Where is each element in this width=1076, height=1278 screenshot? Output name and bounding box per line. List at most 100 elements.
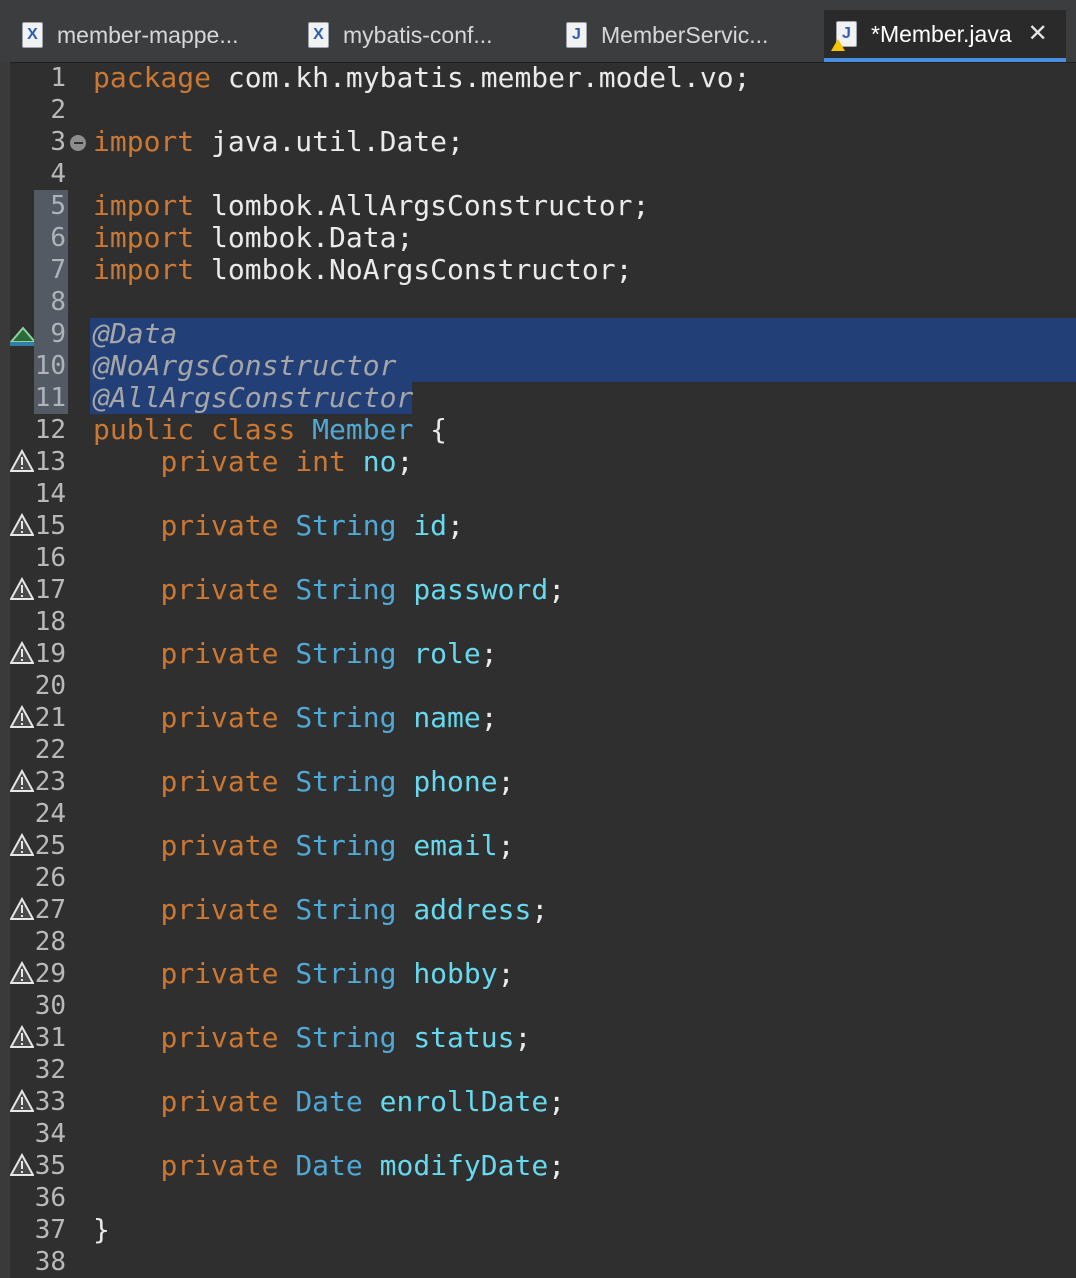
java-file-icon: J (566, 22, 587, 48)
keyword: private (160, 829, 279, 862)
line-number: 37 (34, 1215, 66, 1245)
line-number: 13 (34, 447, 66, 477)
code-line: 25 private String email; (0, 830, 1076, 862)
warning-icon[interactable] (10, 961, 34, 985)
close-icon[interactable]: ✕ (1028, 22, 1048, 46)
line-number: 24 (34, 799, 66, 829)
code-line: 23 private String phone; (0, 766, 1076, 798)
code-line: 26 (0, 862, 1076, 894)
code-line: 22 (0, 734, 1076, 766)
code-line: 37 } (0, 1214, 1076, 1246)
code-line: 6 import lombok.Data; (0, 222, 1076, 254)
keyword: private (160, 1149, 279, 1182)
code-line: 4 (0, 158, 1076, 190)
code-line: 5 import lombok.AllArgsConstructor; (0, 190, 1076, 222)
semicolon: ; (396, 445, 414, 478)
collapse-fold-icon[interactable] (70, 135, 86, 151)
line-number: 25 (34, 831, 66, 861)
line-number: 1 (50, 63, 66, 93)
code-line: 11 @AllArgsConstructor (0, 382, 1076, 414)
semicolon: ; (514, 1021, 532, 1054)
import-name: lombok.AllArgsConstructor; (194, 189, 650, 222)
field-name: enrollDate (379, 1085, 549, 1118)
line-number: 15 (34, 511, 66, 541)
line-number: 38 (34, 1247, 66, 1277)
field-name: phone (413, 765, 498, 798)
tab-label: MemberServic... (601, 21, 769, 48)
semicolon: ; (548, 573, 566, 606)
code-line: 9 @Data (0, 318, 1076, 350)
line-number: 34 (34, 1119, 66, 1149)
code-line: 16 (0, 542, 1076, 574)
keyword: import (93, 125, 195, 158)
line-number: 20 (34, 671, 66, 701)
code-line: 2 (0, 94, 1076, 126)
import-name: java.util.Date; (194, 125, 464, 158)
warning-icon[interactable] (10, 449, 34, 473)
type-name: String (295, 637, 397, 670)
line-number: 22 (34, 735, 66, 765)
code-line: 3 import java.util.Date; (0, 126, 1076, 158)
tab-mybatis-config[interactable]: X mybatis-conf... (308, 10, 493, 60)
code-line: 10 @NoArgsConstructor (0, 350, 1076, 382)
warning-icon[interactable] (10, 897, 34, 921)
warning-icon[interactable] (10, 1089, 34, 1113)
quick-diff-marker-icon (10, 326, 36, 346)
editor-tab-bar: X member-mappe... X mybatis-conf... J Me… (0, 0, 1076, 63)
code-line: 7 import lombok.NoArgsConstructor; (0, 254, 1076, 286)
tab-member-service[interactable]: J MemberServic... (566, 10, 768, 60)
line-number: 5 (34, 190, 68, 222)
line-number: 8 (34, 286, 68, 318)
package-name: com.kh.mybatis.member.model.vo; (211, 61, 751, 94)
tab-member-mapper[interactable]: X member-mappe... (22, 10, 239, 60)
code-line: 31 private String status; (0, 1022, 1076, 1054)
type-name: String (295, 509, 397, 542)
type-name: String (295, 701, 397, 734)
warning-icon[interactable] (10, 705, 34, 729)
warning-icon[interactable] (10, 641, 34, 665)
warning-icon[interactable] (10, 577, 34, 601)
keyword: private (160, 893, 279, 926)
code-line: 8 (0, 286, 1076, 318)
warning-icon[interactable] (10, 1025, 34, 1049)
warning-icon[interactable] (10, 833, 34, 857)
code-line: 38 (0, 1246, 1076, 1278)
import-name: lombok.Data; (194, 221, 414, 254)
code-line: 13 private int no; (0, 446, 1076, 478)
tab-member-java[interactable]: J *Member.java ✕ (824, 10, 1066, 62)
type-name: String (295, 573, 397, 606)
line-number: 32 (34, 1055, 66, 1085)
line-number: 9 (34, 318, 68, 350)
annotation: @AllArgsConstructor (93, 381, 414, 414)
line-number: 21 (34, 703, 66, 733)
tab-label: member-mappe... (57, 21, 239, 48)
code-line: 14 (0, 478, 1076, 510)
type-name: String (295, 765, 397, 798)
warning-icon[interactable] (10, 769, 34, 793)
semicolon: ; (447, 509, 464, 542)
keyword: private (160, 957, 279, 990)
keyword: private (160, 701, 279, 734)
brace: { (413, 413, 448, 446)
line-number: 23 (34, 767, 66, 797)
class-name: Member (312, 413, 414, 446)
line-number: 10 (34, 350, 68, 382)
semicolon: ; (480, 701, 498, 734)
keyword: private (160, 1085, 279, 1118)
field-name: id (413, 509, 448, 542)
line-number: 31 (34, 1023, 66, 1053)
type-name: String (295, 957, 397, 990)
line-number: 26 (34, 863, 66, 893)
line-number: 28 (34, 927, 66, 957)
field-name: password (413, 573, 549, 606)
keyword: import (93, 253, 195, 286)
code-line: 24 (0, 798, 1076, 830)
line-number: 14 (34, 479, 66, 509)
field-name: address (413, 893, 532, 926)
line-number: 33 (34, 1087, 66, 1117)
field-name: hobby (413, 957, 498, 990)
warning-icon[interactable] (10, 513, 34, 537)
type-name: Date (295, 1085, 363, 1118)
warning-icon[interactable] (10, 1153, 34, 1177)
line-number: 6 (34, 222, 68, 254)
